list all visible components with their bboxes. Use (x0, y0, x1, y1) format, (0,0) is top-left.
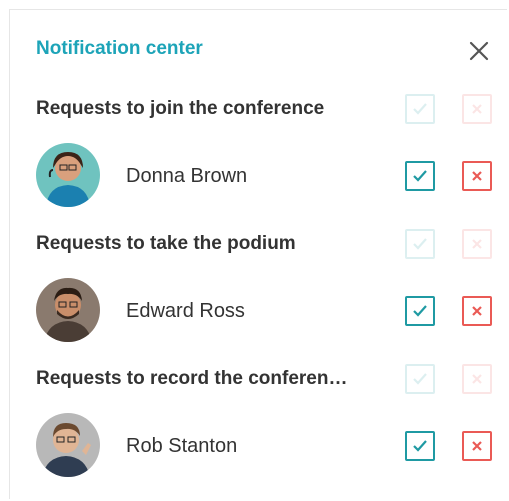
requester-name: Edward Ross (126, 300, 245, 322)
reject-all-podium-button[interactable] (462, 229, 492, 259)
requester-name: Donna Brown (126, 165, 248, 187)
check-icon (413, 373, 427, 385)
x-icon (472, 441, 482, 451)
avatar-donna-brown (36, 143, 100, 207)
accept-all-podium-button[interactable] (405, 229, 435, 259)
reject-donna-brown-button[interactable] (462, 161, 492, 191)
reject-rob-stanton-button[interactable] (462, 431, 492, 461)
avatar-rob-stanton (36, 413, 100, 477)
x-icon (472, 239, 482, 249)
section-title-join: Requests to join the conference (36, 98, 325, 119)
reject-all-join-button[interactable] (462, 94, 492, 124)
x-icon (472, 374, 482, 384)
reject-all-record-button[interactable] (462, 364, 492, 394)
check-icon (413, 305, 427, 317)
check-icon (413, 170, 427, 182)
check-icon (413, 238, 427, 250)
avatar-edward-ross (36, 278, 100, 342)
accept-donna-brown-button[interactable] (405, 161, 435, 191)
check-icon (413, 440, 427, 452)
requester-name: Rob Stanton (126, 435, 238, 457)
section-title-record: Requests to record the conferen… (36, 368, 348, 389)
x-icon (472, 104, 482, 114)
close-button[interactable] (468, 40, 490, 62)
reject-edward-ross-button[interactable] (462, 296, 492, 326)
notification-panel: Notification center Requests to join the… (9, 9, 507, 499)
close-icon (469, 41, 489, 61)
accept-edward-ross-button[interactable] (405, 296, 435, 326)
accept-all-join-button[interactable] (405, 94, 435, 124)
x-icon (472, 306, 482, 316)
check-icon (413, 103, 427, 115)
accept-all-record-button[interactable] (405, 364, 435, 394)
x-icon (472, 171, 482, 181)
section-title-podium: Requests to take the podium (36, 233, 296, 254)
accept-rob-stanton-button[interactable] (405, 431, 435, 461)
panel-title: Notification center (36, 38, 203, 59)
